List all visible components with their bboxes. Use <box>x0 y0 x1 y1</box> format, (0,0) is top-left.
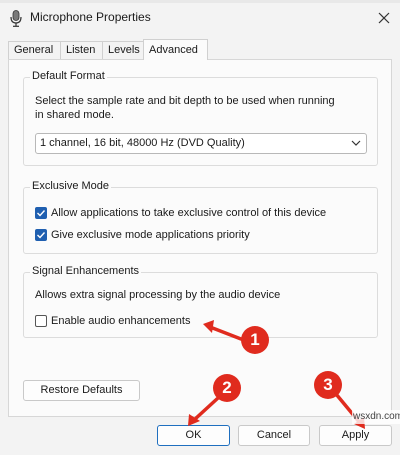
annotation-arrowhead-1 <box>203 320 214 333</box>
tab-label: Advanced <box>149 44 198 56</box>
annotation-arrow-1 <box>208 325 243 341</box>
callout-badge-1: 1 <box>241 326 269 354</box>
callout-badge-2: 2 <box>213 374 241 402</box>
annotation-arrow-2 <box>192 396 220 422</box>
callout-badge-3: 3 <box>314 371 342 399</box>
tab-advanced[interactable]: Advanced <box>143 39 208 60</box>
watermark: wsxdn.com <box>352 410 400 424</box>
